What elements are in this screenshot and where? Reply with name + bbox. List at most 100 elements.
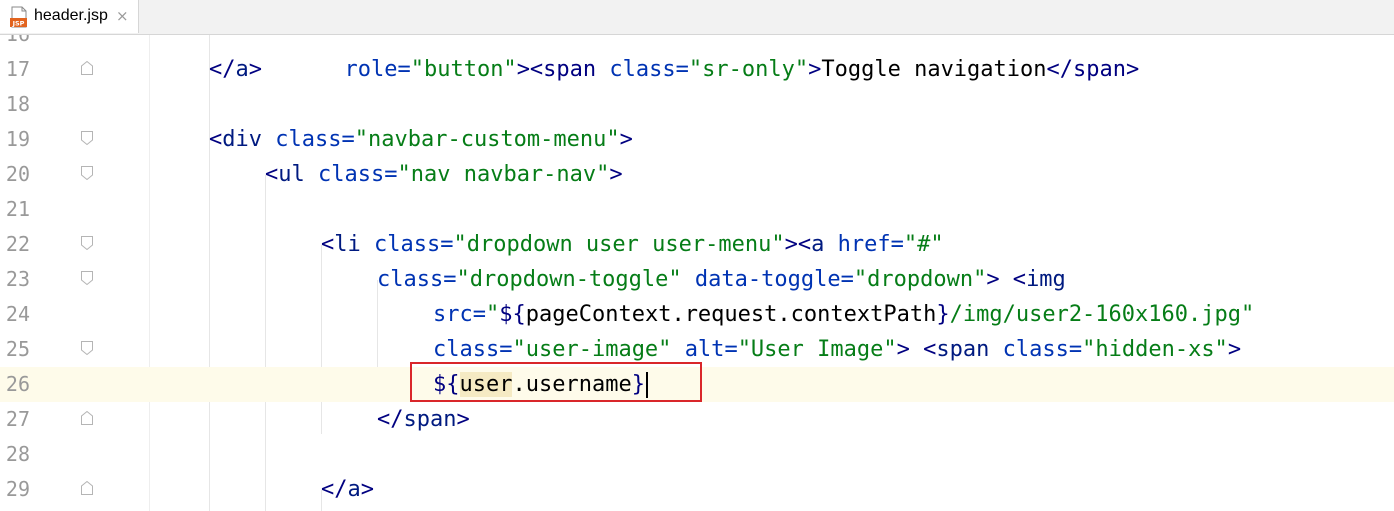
code-text: } <box>936 302 950 327</box>
code-text: ${ <box>499 302 526 327</box>
code-text: ul <box>278 162 305 187</box>
code-text: "#" <box>903 232 944 257</box>
code-line[interactable]: 22 <li class="dropdown user user-menu"><… <box>0 227 1394 262</box>
code-text: img <box>1026 267 1066 292</box>
code-text: > <box>360 477 374 502</box>
code-text: li <box>334 232 361 257</box>
code-text: " <box>486 302 500 327</box>
line-number: 25 <box>5 337 30 361</box>
code-text: class <box>433 337 500 362</box>
line-number: 17 <box>5 57 30 81</box>
fold-start-icon <box>81 236 93 250</box>
code-text: data-toggle <box>694 267 841 292</box>
code-text: class <box>377 267 444 292</box>
line-number: 22 <box>5 232 30 256</box>
fold-start-icon <box>81 271 93 285</box>
tab-title: header.jsp <box>34 7 108 24</box>
code-text: </ <box>377 407 404 432</box>
code-line[interactable]: 20 <ul class="nav navbar-nav"> <box>0 157 1394 192</box>
code-text: class <box>1002 337 1069 362</box>
code-text: = <box>1068 337 1083 362</box>
tab-header-jsp[interactable]: JSP header.jsp × <box>0 0 139 33</box>
fold-start-icon <box>81 341 93 355</box>
code-text: < <box>265 162 279 187</box>
code-text: > <box>248 57 262 82</box>
code-text: href <box>837 232 891 257</box>
line-number: 23 <box>5 267 30 291</box>
jsp-file-icon: JSP <box>10 6 27 28</box>
fold-start-icon <box>81 131 93 145</box>
line-number: 24 <box>5 302 30 326</box>
code-text: span <box>403 407 457 432</box>
editor-tab-bar: JSP header.jsp × <box>0 0 1394 35</box>
line-number: 26 <box>5 372 30 396</box>
code-line[interactable]: 23 class="dropdown-toggle" data-toggle="… <box>0 262 1394 297</box>
code-line[interactable]: 27 </span> <box>0 402 1394 437</box>
code-line[interactable]: 28 <box>0 437 1394 472</box>
code-text: > < <box>896 337 937 362</box>
code-line[interactable]: 24 src="${pageContext.request.contextPat… <box>0 297 1394 332</box>
code-text: alt <box>684 337 725 362</box>
code-text: "dropdown-toggle" <box>456 267 682 292</box>
fold-end-icon <box>81 481 93 495</box>
line-number: 19 <box>5 127 30 151</box>
fold-end-icon <box>81 411 93 425</box>
code-text: > <box>619 127 633 152</box>
code-editor[interactable]: 16 role="button"><span class="sr-only">T… <box>0 35 1394 511</box>
code-text: </ <box>321 477 348 502</box>
line-number: 29 <box>5 477 30 501</box>
code-text: = <box>499 337 513 362</box>
code-line[interactable]: 29 </a> <box>0 472 1394 507</box>
code-text: src <box>433 302 473 327</box>
code-line[interactable]: 16 role="button"><span class="sr-only">T… <box>0 35 1394 82</box>
code-text: >< <box>784 232 812 257</box>
code-text: = <box>384 162 398 187</box>
code-text: = <box>440 232 454 257</box>
code-text: </ <box>209 57 236 82</box>
code-text: class <box>275 127 342 152</box>
code-text: class <box>318 162 385 187</box>
code-text: span <box>936 337 990 362</box>
line-number: 20 <box>5 162 30 186</box>
code-line[interactable]: 18 <box>0 87 1394 122</box>
code-line[interactable]: 17 </a> <box>0 52 1394 87</box>
code-text: = <box>443 267 457 292</box>
code-text: < <box>209 127 223 152</box>
code-text: > <box>1227 337 1242 362</box>
code-text: "navbar-custom-menu" <box>354 127 620 152</box>
line-number: 27 <box>5 407 30 431</box>
code-text: "User Image" <box>737 337 897 362</box>
code-text: = <box>472 302 486 327</box>
code-text: a <box>811 232 825 257</box>
fold-start-icon <box>81 166 93 180</box>
line-number: 16 <box>0 35 30 52</box>
line-number: 21 <box>5 197 30 221</box>
code-text: class <box>374 232 441 257</box>
code-line[interactable]: 21 <box>0 192 1394 227</box>
line-number: 18 <box>5 92 30 116</box>
code-text: > <box>456 407 470 432</box>
code-text: "dropdown" <box>853 267 987 292</box>
code-text: < <box>321 232 335 257</box>
code-text: "dropdown user user-menu" <box>453 232 785 257</box>
close-icon[interactable]: × <box>116 7 129 25</box>
highlight-box <box>410 362 702 402</box>
code-text: > <box>609 162 623 187</box>
code-text: = <box>724 337 738 362</box>
fold-end-icon <box>81 61 93 75</box>
code-text: "user-image" <box>512 337 672 362</box>
code-text: > < <box>986 267 1027 292</box>
code-text: div <box>222 127 262 152</box>
code-text: pageContext.request.contextPath <box>525 302 937 327</box>
code-line[interactable]: 19 <div class="navbar-custom-menu"> <box>0 122 1394 157</box>
code-text: /img/user2-160x160.jpg" <box>949 302 1255 327</box>
code-text: = <box>890 232 904 257</box>
code-text: = <box>341 127 355 152</box>
code-text: "nav navbar-nav" <box>397 162 610 187</box>
